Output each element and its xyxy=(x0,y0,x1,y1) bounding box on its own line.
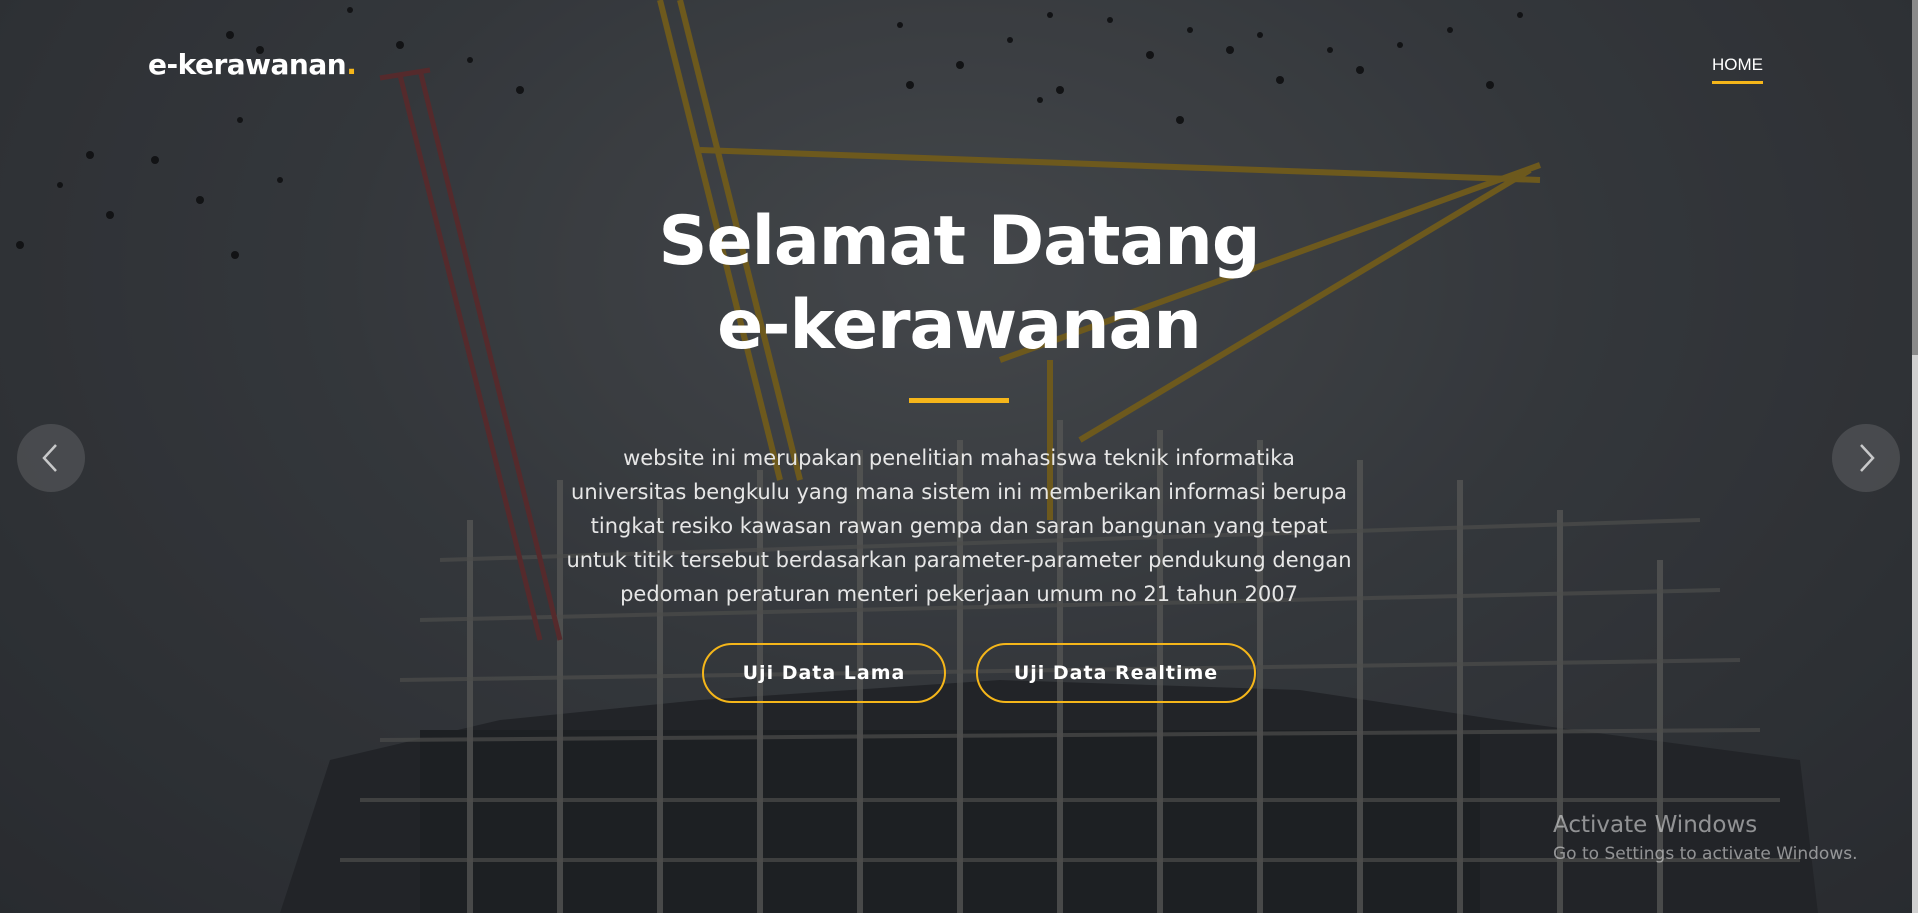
hero-description: website ini merupakan penelitian mahasis… xyxy=(566,446,1352,606)
nav-link-home[interactable]: HOME xyxy=(1712,55,1763,84)
chevron-left-icon xyxy=(42,444,57,472)
watermark-subtitle: Go to Settings to activate Windows. xyxy=(1553,844,1858,864)
hero-title-line2: e-kerawanan xyxy=(717,286,1202,365)
windows-activation-watermark: Activate Windows Go to Settings to activ… xyxy=(1553,812,1858,864)
site-logo[interactable]: e-kerawanan. xyxy=(148,48,357,81)
carousel-prev-button[interactable] xyxy=(17,424,85,492)
carousel-next-button[interactable] xyxy=(1832,424,1900,492)
hero-buttons: Uji Data Lama Uji Data Realtime xyxy=(0,643,1918,703)
logo-dot: . xyxy=(346,48,357,81)
logo-text: e-kerawanan xyxy=(148,48,347,81)
test-old-data-button[interactable]: Uji Data Lama xyxy=(702,643,946,703)
chevron-right-icon xyxy=(1860,444,1875,472)
hero-title: Selamat Datang e-kerawanan xyxy=(0,200,1918,368)
hero-title-line1: Selamat Datang xyxy=(658,202,1260,281)
navbar: e-kerawanan. HOME xyxy=(0,0,1918,130)
hero-section: e-kerawanan. HOME Selamat Datang e-keraw… xyxy=(0,0,1918,913)
watermark-title: Activate Windows xyxy=(1553,812,1758,838)
test-realtime-data-button[interactable]: Uji Data Realtime xyxy=(976,643,1256,703)
title-underline xyxy=(909,398,1009,403)
hero-content: Selamat Datang e-kerawanan website ini m… xyxy=(0,200,1918,703)
